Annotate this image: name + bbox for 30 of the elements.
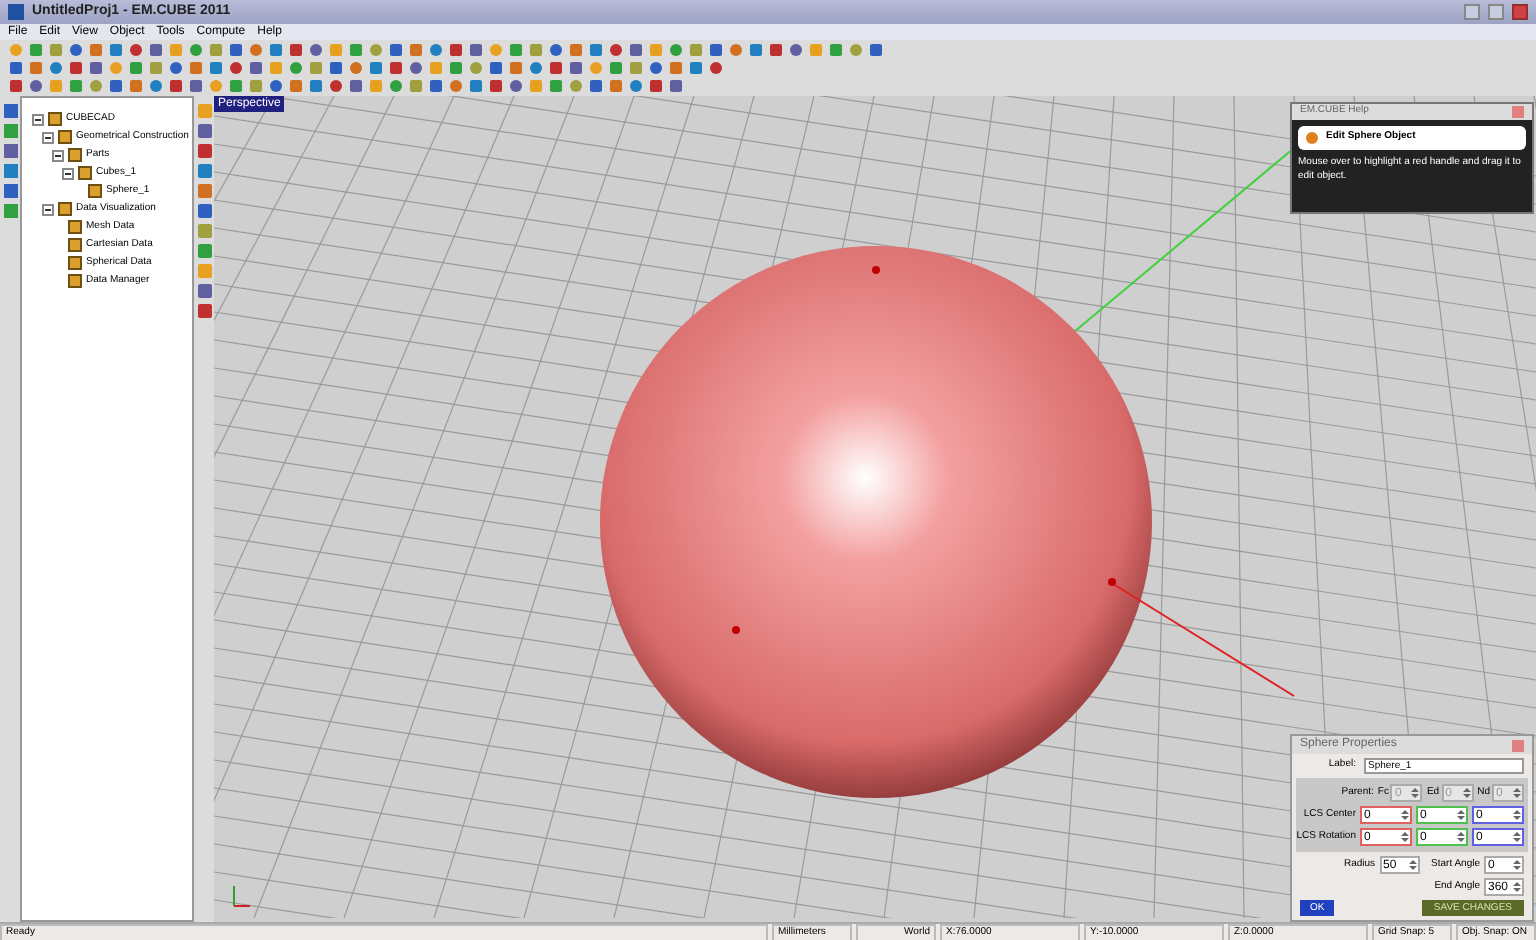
spinner-arrows-icon[interactable] — [1512, 880, 1522, 894]
spinner-arrows-icon[interactable] — [1400, 808, 1410, 822]
expander-icon[interactable] — [32, 113, 44, 125]
node-icon — [68, 238, 82, 252]
spinner-arrows-icon[interactable] — [1512, 830, 1522, 844]
spinner-arrows-icon[interactable] — [1512, 858, 1522, 872]
app-icon — [8, 4, 24, 20]
node-icon — [58, 130, 72, 144]
spinner-arrows-icon[interactable] — [1456, 808, 1466, 822]
maximize-button[interactable] — [1488, 4, 1504, 20]
close-button[interactable] — [1512, 739, 1524, 751]
node-icon — [58, 202, 72, 216]
node-icon — [48, 112, 62, 126]
spinner-arrows-icon[interactable] — [1400, 830, 1410, 844]
node-icon — [78, 166, 92, 180]
expander-icon[interactable] — [62, 167, 74, 179]
node-icon — [68, 148, 82, 162]
node-icon — [68, 274, 82, 288]
minimize-button[interactable] — [1464, 4, 1480, 20]
expander-icon[interactable] — [42, 203, 54, 215]
node-icon — [88, 184, 102, 198]
spinner-arrows-icon[interactable] — [1407, 858, 1418, 872]
spinner-arrows-icon[interactable] — [1512, 808, 1522, 822]
expander-icon[interactable] — [42, 131, 54, 143]
node-icon — [68, 256, 82, 270]
expander-icon[interactable] — [52, 149, 64, 161]
bullet-icon — [1306, 132, 1318, 144]
node-icon — [68, 220, 82, 234]
close-button[interactable] — [1512, 4, 1528, 20]
spinner-arrows-icon[interactable] — [1456, 830, 1466, 844]
